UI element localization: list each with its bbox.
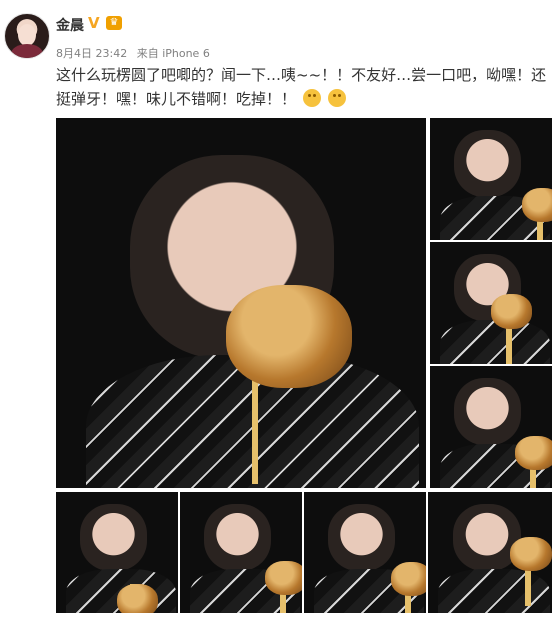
post-text: 这什么玩楞圆了吧唧的？闻一下…咦~~！！不友好…尝一口吧，呦嘿！还挺弹牙！嘿！味… bbox=[56, 66, 547, 108]
photo-bottom-1[interactable] bbox=[55, 491, 179, 614]
avatar-shirt bbox=[11, 44, 43, 58]
photo-food bbox=[521, 187, 552, 222]
weibo-post: 金晨 V ♛ 8月4日 23:42 来自 iPhone 6 这什么玩楞圆了吧唧的… bbox=[0, 0, 557, 622]
photo-grid bbox=[55, 117, 553, 614]
post-date[interactable]: 8月4日 23:42 bbox=[56, 47, 127, 60]
username[interactable]: 金晨 bbox=[56, 15, 84, 35]
post-content: 这什么玩楞圆了吧唧的？闻一下…咦~~！！不友好…尝一口吧，呦嘿！还挺弹牙！嘿！味… bbox=[56, 63, 550, 111]
photo-food bbox=[226, 284, 352, 389]
photo-right-3[interactable] bbox=[429, 365, 553, 489]
doge-icon bbox=[327, 89, 346, 107]
photo-bottom-3[interactable] bbox=[303, 491, 427, 614]
photo-bottom-2[interactable] bbox=[179, 491, 303, 614]
photo-right-2[interactable] bbox=[429, 241, 553, 365]
post-source[interactable]: 来自 iPhone 6 bbox=[137, 47, 210, 60]
avatar-face bbox=[18, 24, 36, 46]
photo-bottom-4[interactable] bbox=[427, 491, 553, 614]
photo-food bbox=[491, 294, 533, 329]
photo-right-1[interactable] bbox=[429, 117, 553, 241]
crown-icon: ♛ bbox=[106, 16, 122, 30]
photo-food bbox=[509, 536, 552, 571]
avatar[interactable] bbox=[4, 13, 50, 59]
photo-food bbox=[117, 583, 159, 613]
photo-food bbox=[515, 435, 552, 470]
verified-badge-icon: V bbox=[88, 14, 100, 32]
doge-icon bbox=[302, 89, 321, 107]
photo-food bbox=[265, 560, 302, 595]
photo-large[interactable] bbox=[55, 117, 427, 489]
post-meta: 8月4日 23:42 来自 iPhone 6 bbox=[56, 45, 216, 61]
photo-food bbox=[390, 562, 426, 597]
